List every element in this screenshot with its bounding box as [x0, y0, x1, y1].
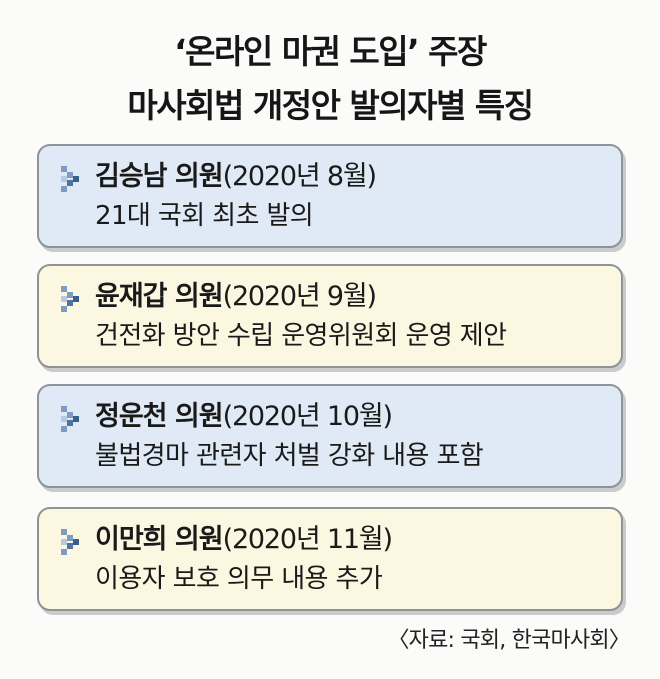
- legislator-card: 정운천 의원(2020년 10월) 불법경마 관련자 처벌 강화 내용 포함: [37, 384, 623, 488]
- proposal-description: 21대 국회 최초 발의: [95, 201, 314, 231]
- source-credit: 〈자료: 국회, 한국마사회〉: [387, 628, 630, 653]
- proposal-date: (2020년 11월): [222, 524, 393, 555]
- checkered-arrow-icon: [61, 529, 79, 555]
- checkered-arrow-icon: [61, 406, 79, 432]
- legislator-card: 이만희 의원(2020년 11월) 이용자 보호 의무 내용 추가: [37, 507, 623, 611]
- legislator-heading: 김승남 의원(2020년 8월): [95, 158, 377, 196]
- proposal-date: (2020년 9월): [222, 281, 377, 312]
- checkered-arrow-icon: [61, 286, 79, 312]
- legislator-heading: 윤재갑 의원(2020년 9월): [95, 278, 377, 316]
- legislator-name: 정운천 의원: [95, 401, 224, 432]
- checkered-arrow-icon: [61, 166, 79, 192]
- legislator-card: 김승남 의원(2020년 8월) 21대 국회 최초 발의: [37, 144, 623, 248]
- infographic-title-line2: 마사회법 개정안 발의자별 특징: [127, 86, 534, 125]
- legislator-name: 김승남 의원: [95, 161, 224, 192]
- legislator-name: 이만희 의원: [95, 524, 224, 555]
- proposal-description: 불법경마 관련자 처벌 강화 내용 포함: [95, 441, 484, 471]
- proposal-date: (2020년 8월): [222, 161, 377, 192]
- legislator-heading: 정운천 의원(2020년 10월): [95, 398, 393, 436]
- proposal-description: 건전화 방안 수립 운영위원회 운영 제안: [95, 321, 507, 351]
- legislator-heading: 이만희 의원(2020년 11월): [95, 521, 393, 559]
- legislator-card: 윤재갑 의원(2020년 9월) 건전화 방안 수립 운영위원회 운영 제안: [37, 264, 623, 368]
- infographic-title-line1: ‘온라인 마권 도입’ 주장: [174, 32, 487, 71]
- proposal-description: 이용자 보호 의무 내용 추가: [95, 564, 383, 594]
- legislator-name: 윤재갑 의원: [95, 281, 224, 312]
- proposal-date: (2020년 10월): [222, 401, 393, 432]
